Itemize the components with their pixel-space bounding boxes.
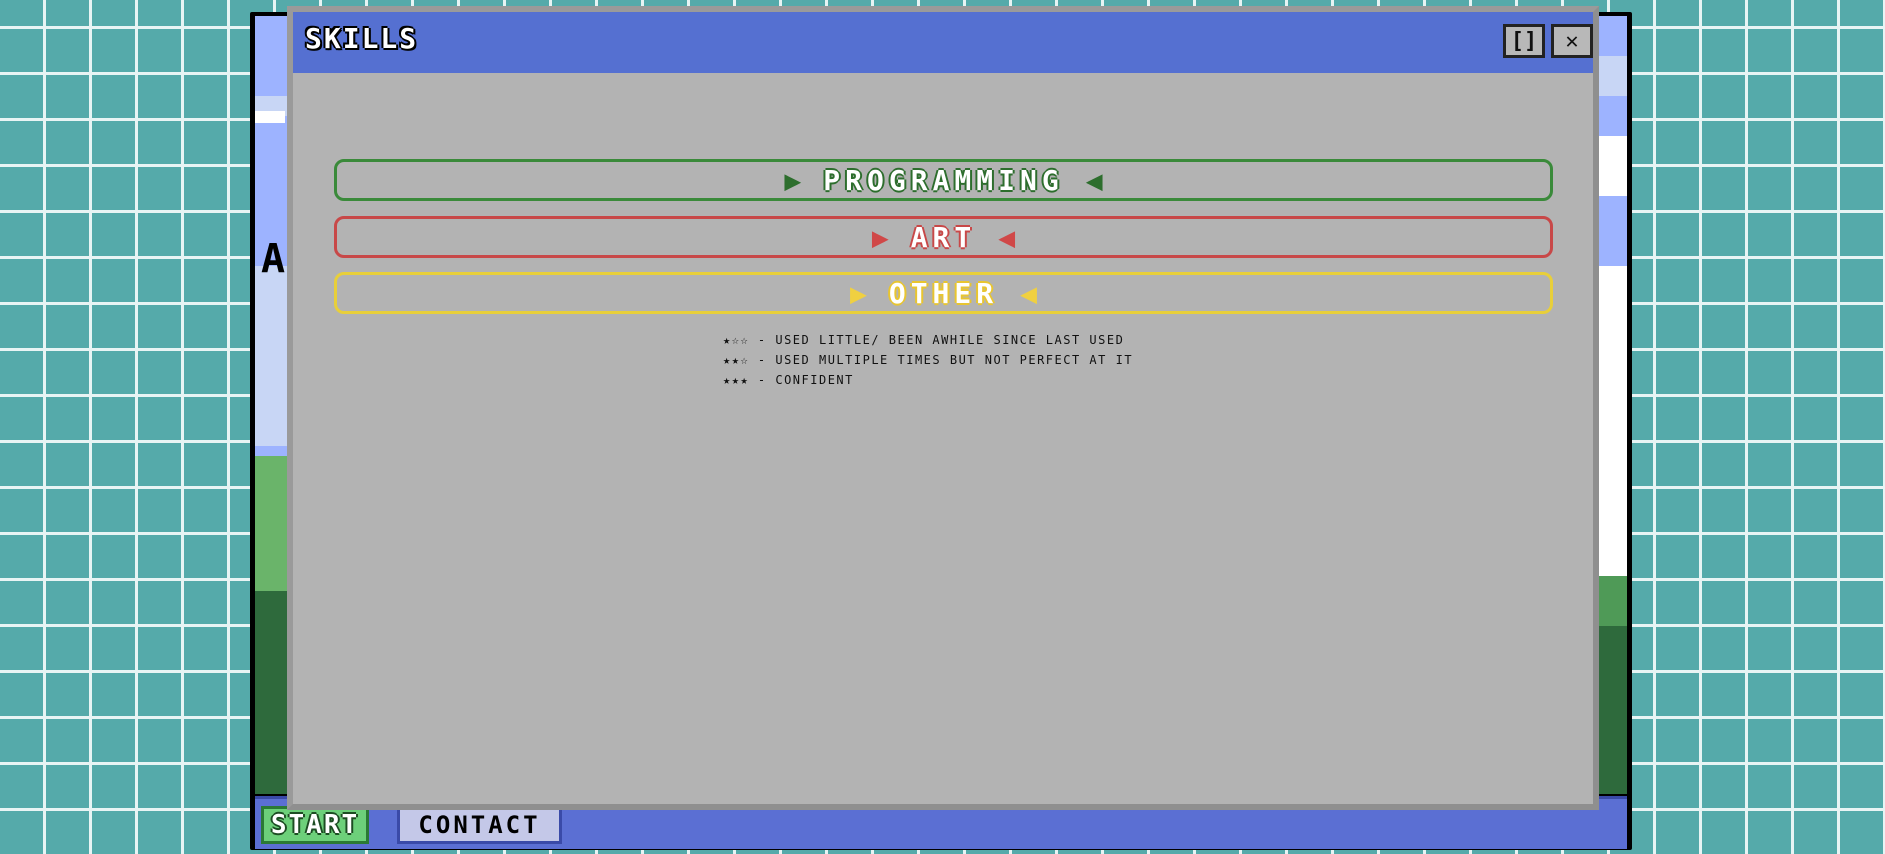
close-button[interactable]: ✕ bbox=[1551, 24, 1593, 58]
skill-label: OTHER bbox=[888, 276, 999, 310]
close-icon: ✕ bbox=[1565, 28, 1579, 54]
triangle-right-icon: ▶ bbox=[849, 276, 867, 310]
skill-toggle-other[interactable]: ▶ OTHER ◀ bbox=[334, 272, 1553, 314]
triangle-left-icon: ◀ bbox=[1020, 276, 1037, 310]
skill-label: PROGRAMMING bbox=[823, 163, 1064, 197]
legend-line: ★★★ - CONFIDENT bbox=[723, 373, 854, 387]
triangle-left-icon: ◀ bbox=[1085, 163, 1103, 197]
triangle-right-icon: ▶ bbox=[784, 163, 802, 197]
window-title: SKILLS bbox=[305, 22, 419, 55]
wallpaper-cloud bbox=[255, 111, 285, 123]
window-titlebar[interactable]: SKILLS [] ✕ bbox=[293, 12, 1593, 73]
taskbar-tab-contact[interactable]: CONTACT bbox=[397, 806, 562, 844]
legend-line: ★★☆ - USED MULTIPLE TIMES BUT NOT PERFEC… bbox=[723, 353, 1134, 367]
start-button[interactable]: START bbox=[261, 806, 369, 844]
triangle-left-icon: ◀ bbox=[998, 220, 1016, 254]
legend-line: ★☆☆ - USED LITTLE/ BEEN AWHILE SINCE LAS… bbox=[723, 333, 1125, 347]
maximize-icon: [] bbox=[1510, 28, 1538, 54]
maximize-button[interactable]: [] bbox=[1503, 24, 1545, 58]
skill-label: ART bbox=[910, 220, 977, 254]
skills-window: SKILLS [] ✕ ▶ PROGRAMMING ◀ ▶ ART ◀ ▶ OT… bbox=[287, 6, 1599, 810]
triangle-right-icon: ▶ bbox=[871, 220, 889, 254]
skill-toggle-programming[interactable]: ▶ PROGRAMMING ◀ bbox=[334, 159, 1553, 201]
rating-legend: ★☆☆ - USED LITTLE/ BEEN AWHILE SINCE LAS… bbox=[723, 330, 1133, 390]
wallpaper-letter: A bbox=[261, 236, 286, 282]
skill-toggle-art[interactable]: ▶ ART ◀ bbox=[334, 216, 1553, 258]
